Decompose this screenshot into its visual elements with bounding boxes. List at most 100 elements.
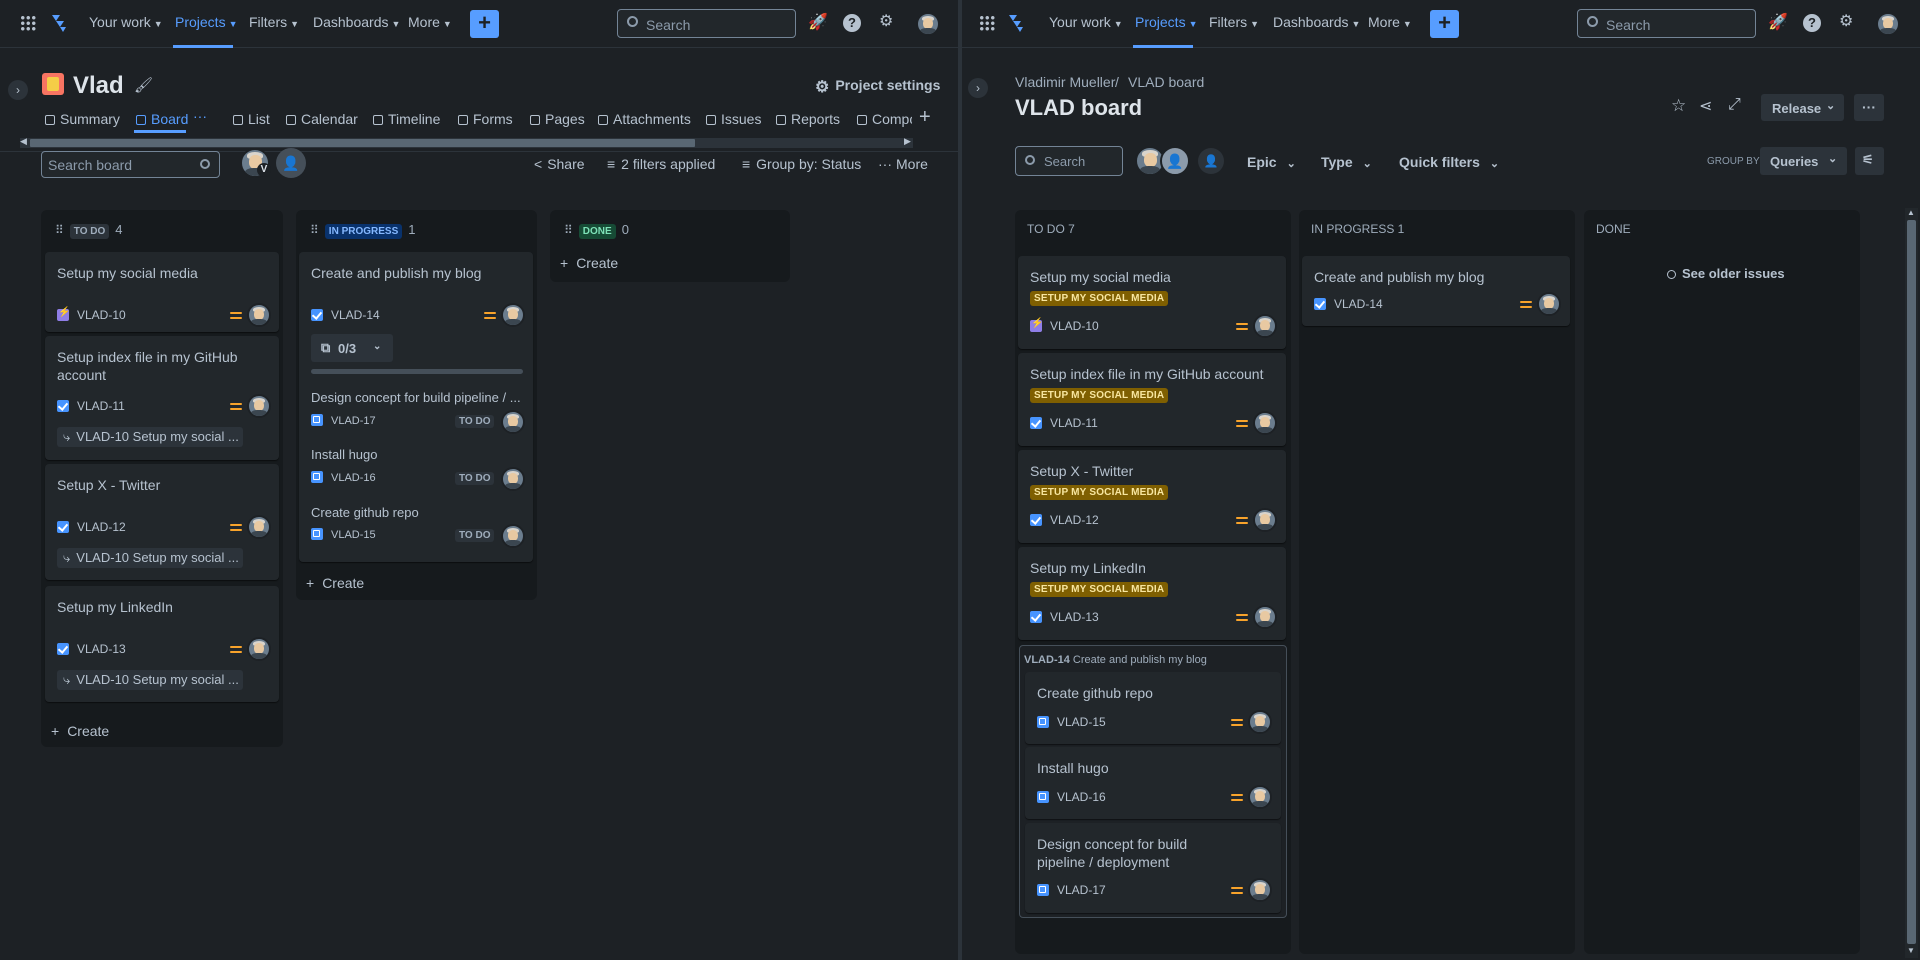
- create-plus-button[interactable]: +: [1430, 10, 1459, 38]
- scroll-right-arrow-icon[interactable]: ▶: [904, 136, 911, 147]
- subtask-title[interactable]: Install hugo: [311, 447, 378, 462]
- subtask-title[interactable]: Design concept for build pipeline / ...: [311, 390, 521, 405]
- drag-handle-icon[interactable]: ⠿: [55, 223, 64, 237]
- share-button[interactable]: < Share: [534, 156, 585, 172]
- tab-components[interactable]: Compo: [857, 111, 912, 127]
- card-vlad-15[interactable]: Create github repo VLAD-15: [1025, 672, 1281, 744]
- nav-more[interactable]: More ▼: [408, 14, 452, 30]
- card-vlad-11[interactable]: Setup index file in my GitHub account SE…: [1018, 353, 1286, 446]
- tab-reports[interactable]: Reports: [776, 111, 840, 127]
- app-switcher-icon[interactable]: [20, 15, 36, 31]
- tabs-scrollbar-thumb[interactable]: [30, 139, 695, 147]
- tab-board[interactable]: Board: [136, 111, 188, 127]
- nav-projects[interactable]: Projects ▼: [175, 14, 238, 30]
- subtask-title[interactable]: Create github repo: [311, 505, 419, 520]
- nav-your-work[interactable]: Your work ▼: [89, 14, 163, 30]
- subtask-status-lozenge[interactable]: TO DO: [455, 415, 495, 428]
- card-assignee-avatar[interactable]: [247, 637, 271, 661]
- card-vlad-10[interactable]: Setup my social media SETUP MY SOCIAL ME…: [1018, 256, 1286, 349]
- card-assignee-avatar[interactable]: [501, 303, 525, 327]
- card-vlad-12[interactable]: Setup X - Twitter SETUP MY SOCIAL MEDIA …: [1018, 450, 1286, 543]
- quick-filters-dropdown[interactable]: Quick filters ⌄: [1399, 154, 1499, 170]
- create-issue-button-todo[interactable]: + Create: [51, 723, 109, 739]
- fullscreen-icon[interactable]: ⤢: [1728, 96, 1741, 114]
- notifications-rocket-icon[interactable]: 🚀: [808, 12, 828, 32]
- share-icon[interactable]: ⋖: [1699, 96, 1712, 116]
- card-assignee-avatar[interactable]: [1537, 292, 1561, 316]
- help-icon[interactable]: ?: [843, 14, 861, 32]
- parent-link-chip[interactable]: ⤷ VLAD-10 Setup my social ...: [57, 427, 243, 447]
- card-vlad-12[interactable]: Setup X - Twitter VLAD-12 ⤷ VLAD-10 Setup…: [45, 464, 279, 580]
- card-assignee-avatar[interactable]: [1253, 605, 1277, 629]
- card-vlad-17[interactable]: Design concept for build pipeline / depl…: [1025, 823, 1281, 913]
- board-more-button[interactable]: ··· More: [878, 156, 928, 172]
- tab-calendar[interactable]: Calendar: [286, 111, 358, 127]
- board-more-actions-button[interactable]: ···: [1854, 94, 1884, 121]
- nav-filters[interactable]: Filters ▼: [1209, 14, 1259, 30]
- user-avatar[interactable]: [1876, 12, 1900, 36]
- card-vlad-11[interactable]: Setup index file in my GitHub account VL…: [45, 336, 279, 460]
- parent-link-chip[interactable]: ⤷ VLAD-10 Setup my social ...: [57, 670, 243, 690]
- help-icon[interactable]: ?: [1803, 14, 1821, 32]
- star-icon[interactable]: ☆: [1671, 96, 1686, 116]
- card-assignee-avatar[interactable]: [1253, 411, 1277, 435]
- user-avatar[interactable]: [916, 12, 940, 36]
- card-assignee-avatar[interactable]: [247, 394, 271, 418]
- subtask-assignee-avatar[interactable]: [501, 410, 525, 434]
- group-by-dropdown[interactable]: Queries ⌄: [1760, 147, 1847, 175]
- nav-dashboards[interactable]: Dashboards ▼: [1273, 14, 1360, 30]
- app-switcher-icon[interactable]: [979, 15, 995, 31]
- view-settings-button[interactable]: ⚟: [1855, 147, 1884, 175]
- nav-projects[interactable]: Projects ▼: [1135, 14, 1198, 30]
- add-people-icon[interactable]: 👤: [276, 148, 306, 178]
- epic-label[interactable]: SETUP MY SOCIAL MEDIA: [1030, 388, 1169, 403]
- drag-handle-icon[interactable]: ⠿: [564, 223, 573, 237]
- card-assignee-avatar[interactable]: [247, 303, 271, 327]
- scroll-up-arrow-icon[interactable]: ▲: [1907, 208, 1915, 217]
- card-assignee-avatar[interactable]: [247, 515, 271, 539]
- breadcrumb-user[interactable]: Vladimir Mueller: [1015, 74, 1115, 90]
- subtask-assignee-avatar[interactable]: [501, 467, 525, 491]
- drag-handle-icon[interactable]: ⠿: [310, 223, 319, 237]
- parent-link-chip[interactable]: ⤷ VLAD-10 Setup my social ...: [57, 548, 243, 568]
- card-vlad-13[interactable]: Setup my LinkedIn VLAD-13 ⤷ VLAD-10 Setup…: [45, 586, 279, 702]
- tab-list[interactable]: List: [233, 111, 270, 127]
- vertical-scrollbar[interactable]: ▲ ▼: [1905, 208, 1918, 958]
- card-assignee-avatar[interactable]: [1248, 710, 1272, 734]
- add-tab-plus-icon[interactable]: +: [919, 106, 931, 129]
- board-search-input[interactable]: Search: [1015, 146, 1123, 176]
- card-vlad-14[interactable]: Create and publish my blog VLAD-14: [1302, 256, 1570, 326]
- subtask-assignee-avatar[interactable]: [501, 524, 525, 548]
- card-assignee-avatar[interactable]: [1253, 508, 1277, 532]
- tab-issues[interactable]: Issues: [706, 111, 761, 127]
- card-assignee-avatar[interactable]: [1248, 785, 1272, 809]
- global-search-input[interactable]: Search: [1577, 9, 1756, 38]
- nav-dashboards[interactable]: Dashboards ▼: [313, 14, 400, 30]
- tab-forms[interactable]: Forms: [458, 111, 513, 127]
- settings-gear-icon[interactable]: [879, 11, 893, 31]
- type-filter-dropdown[interactable]: Type ⌄: [1321, 154, 1372, 170]
- board-tab-more-icon[interactable]: ···: [193, 108, 207, 124]
- unassigned-filter-avatar[interactable]: 👤: [1160, 146, 1190, 176]
- filters-applied-button[interactable]: ≡ 2 filters applied: [607, 156, 715, 172]
- subtask-status-lozenge[interactable]: TO DO: [455, 472, 495, 485]
- release-button[interactable]: Release ⌄: [1761, 94, 1844, 121]
- tab-timeline[interactable]: Timeline: [373, 111, 440, 127]
- nav-more[interactable]: More ▼: [1368, 14, 1412, 30]
- scroll-left-arrow-icon[interactable]: ◀: [20, 136, 27, 147]
- global-search-input[interactable]: Search: [617, 9, 796, 38]
- create-issue-button-done[interactable]: + Create: [560, 255, 618, 271]
- expand-sidebar-button[interactable]: ›: [968, 78, 988, 98]
- add-people-icon[interactable]: 👤: [1198, 148, 1224, 174]
- expand-sidebar-button[interactable]: ›: [8, 80, 28, 100]
- card-vlad-10[interactable]: Setup my social media VLAD-10: [45, 252, 279, 332]
- tab-summary[interactable]: Summary: [45, 111, 120, 127]
- vertical-scrollbar-thumb[interactable]: [1907, 220, 1916, 944]
- card-vlad-16[interactable]: Install hugo VLAD-16: [1025, 747, 1281, 819]
- create-plus-button[interactable]: +: [470, 10, 499, 38]
- scroll-down-arrow-icon[interactable]: ▼: [1907, 946, 1915, 955]
- epic-label[interactable]: SETUP MY SOCIAL MEDIA: [1030, 291, 1169, 306]
- epic-label[interactable]: SETUP MY SOCIAL MEDIA: [1030, 582, 1169, 597]
- jira-logo-icon[interactable]: [50, 13, 68, 33]
- subtask-status-lozenge[interactable]: TO DO: [455, 529, 495, 542]
